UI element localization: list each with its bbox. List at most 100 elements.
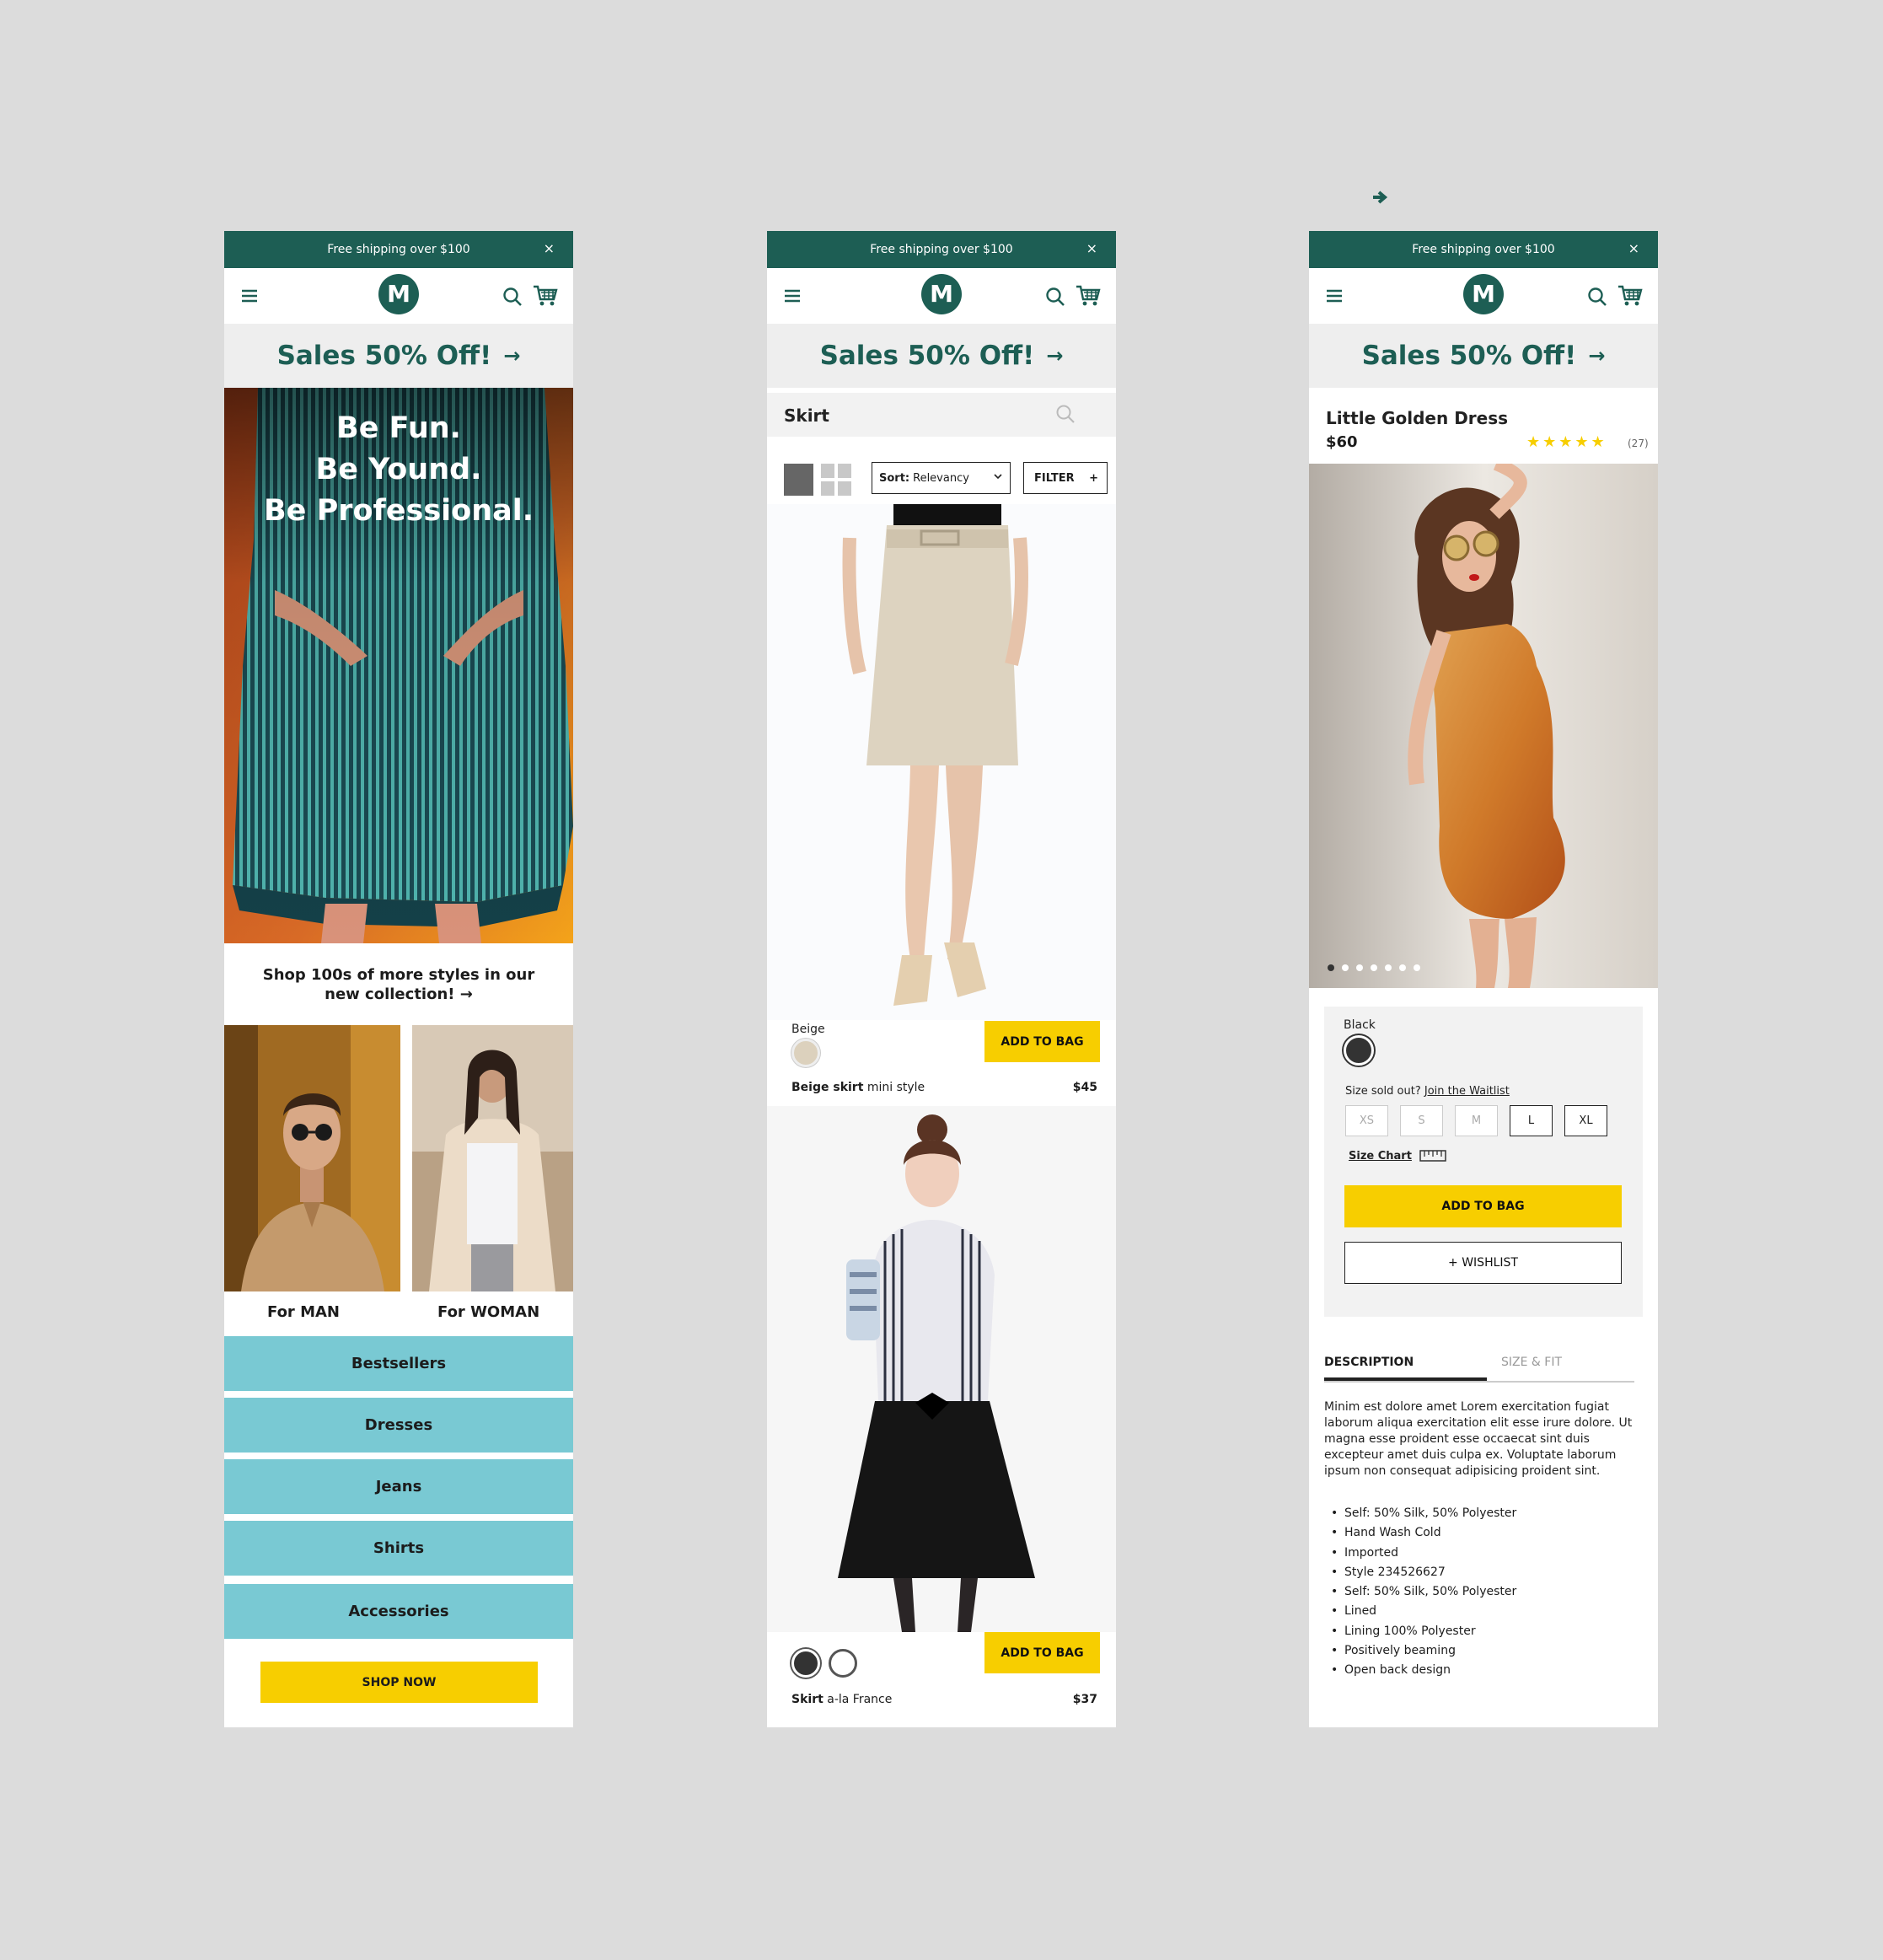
hero-banner[interactable]: Be Fun. Be Yound. Be Professional.	[224, 388, 573, 943]
search-icon[interactable]	[1045, 287, 1065, 307]
sales-banner[interactable]: Sales 50% Off! →	[767, 324, 1116, 388]
list-item: Lining 100% Polyester	[1324, 1622, 1516, 1642]
arrow-right-icon: →	[1046, 344, 1064, 368]
sales-text: Sales 50% Off!	[1361, 341, 1577, 371]
rating-stars: ★★★★★	[1526, 433, 1607, 451]
size-sold-out-label: Size sold out?	[1345, 1085, 1421, 1098]
carousel-dot[interactable]	[1371, 964, 1377, 971]
search-bar[interactable]: Skirt	[767, 393, 1116, 437]
product-price: $45	[1072, 1081, 1097, 1094]
menu-icon[interactable]	[1326, 287, 1343, 304]
menu-icon[interactable]	[241, 287, 258, 304]
ruler-icon	[1419, 1150, 1446, 1162]
category-jeans[interactable]: Jeans	[224, 1459, 573, 1514]
collection-text: Shop 100s of more styles in our new coll…	[262, 965, 535, 1003]
logo-letter: M	[387, 280, 410, 308]
size-chart-link[interactable]: Size Chart	[1349, 1150, 1412, 1163]
search-icon[interactable]	[502, 287, 523, 307]
category-bestsellers[interactable]: Bestsellers	[224, 1336, 573, 1391]
menu-icon[interactable]	[784, 287, 801, 304]
carousel-dot[interactable]	[1328, 964, 1334, 971]
list-item: Lined	[1324, 1602, 1516, 1622]
list-item: Style 234526627	[1324, 1563, 1516, 1583]
join-waitlist-link[interactable]: Join the Waitlist	[1424, 1085, 1510, 1098]
hero-headline: Be Fun. Be Yound. Be Professional.	[224, 408, 573, 532]
review-count[interactable]: (27)	[1628, 438, 1649, 449]
shop-now-button[interactable]: SHOP NOW	[260, 1662, 538, 1703]
add-to-bag-button[interactable]: ADD TO BAG	[1344, 1185, 1622, 1227]
search-icon[interactable]	[1055, 404, 1076, 424]
carousel-dot[interactable]	[1356, 964, 1363, 971]
size-s-button[interactable]: S	[1400, 1105, 1443, 1136]
color-swatch-white[interactable]	[829, 1649, 857, 1678]
carousel-dot[interactable]	[1342, 964, 1349, 971]
color-swatch-beige[interactable]	[791, 1039, 820, 1067]
product-image[interactable]	[1309, 464, 1658, 988]
close-icon[interactable]: ×	[1628, 240, 1639, 256]
size-xl-button[interactable]: XL	[1564, 1105, 1607, 1136]
product-image[interactable]	[767, 504, 1116, 1020]
product-image[interactable]	[767, 1106, 1116, 1632]
sales-text: Sales 50% Off!	[276, 341, 492, 371]
hero-line: Be Yound.	[315, 453, 482, 486]
arrow-right-icon: →	[1588, 344, 1606, 368]
cart-icon[interactable]	[1076, 284, 1101, 308]
size-xs-button[interactable]: XS	[1345, 1105, 1388, 1136]
product-tabs: DESCRIPTION SIZE & FIT	[1324, 1356, 1634, 1383]
category-shirts[interactable]: Shirts	[224, 1521, 573, 1576]
logo[interactable]: M	[378, 274, 419, 314]
for-man-label[interactable]: For MAN	[267, 1303, 340, 1321]
logo[interactable]: M	[921, 274, 962, 314]
list-item: Imported	[1324, 1544, 1516, 1564]
promo-text: Free shipping over $100	[870, 243, 1013, 256]
size-m-button[interactable]: M	[1455, 1105, 1498, 1136]
woman-category-image[interactable]	[412, 1025, 573, 1291]
sales-banner[interactable]: Sales 50% Off! →	[1309, 324, 1658, 388]
carousel-dot[interactable]	[1399, 964, 1406, 971]
search-icon[interactable]	[1587, 287, 1607, 307]
wishlist-button[interactable]: + WISHLIST	[1344, 1242, 1622, 1284]
sales-text: Sales 50% Off!	[819, 341, 1035, 371]
add-to-bag-button[interactable]: ADD TO BAG	[984, 1021, 1100, 1062]
product-name-bold: Skirt	[791, 1693, 823, 1706]
filter-button[interactable]: FILTER +	[1023, 462, 1108, 494]
category-accessories[interactable]: Accessories	[224, 1584, 573, 1639]
size-l-button[interactable]: L	[1510, 1105, 1553, 1136]
list-view-icon[interactable]	[784, 464, 813, 496]
sales-banner[interactable]: Sales 50% Off! →	[224, 324, 573, 388]
cart-icon[interactable]	[1617, 284, 1643, 308]
navbar: M	[767, 268, 1116, 324]
carousel-dot[interactable]	[1385, 964, 1392, 971]
tab-size-fit[interactable]: SIZE & FIT	[1501, 1356, 1562, 1369]
listing-screen: Free shipping over $100 × M Sales 50% Of…	[767, 231, 1116, 1727]
plus-icon: +	[1089, 471, 1098, 485]
list-item: Positively beaming	[1324, 1641, 1516, 1662]
product-title: Little Golden Dress	[1326, 408, 1509, 428]
logo[interactable]: M	[1463, 274, 1504, 314]
hero-line: Be Professional.	[263, 494, 534, 528]
hero-line: Be Fun.	[336, 411, 461, 445]
color-swatch-black[interactable]	[1344, 1035, 1374, 1066]
grid-view-icon[interactable]	[821, 464, 851, 496]
product-name[interactable]: Beige skirt mini style	[791, 1081, 925, 1094]
cart-icon[interactable]	[533, 284, 558, 308]
product-name-bold: Beige skirt	[791, 1081, 864, 1094]
close-icon[interactable]: ×	[544, 240, 555, 256]
category-dresses[interactable]: Dresses	[224, 1398, 573, 1453]
close-icon[interactable]: ×	[1086, 240, 1097, 256]
promo-text: Free shipping over $100	[1412, 243, 1555, 256]
logo-letter: M	[930, 280, 953, 308]
carousel-dot[interactable]	[1414, 964, 1420, 971]
for-woman-label[interactable]: For WOMAN	[437, 1303, 539, 1321]
chevron-down-icon	[994, 474, 1002, 480]
color-swatch-black[interactable]	[791, 1649, 820, 1678]
collection-link[interactable]: Shop 100s of more styles in our new coll…	[224, 943, 573, 1025]
add-to-bag-button[interactable]: ADD TO BAG	[984, 1632, 1100, 1673]
product-name[interactable]: Skirt a-la France	[791, 1693, 892, 1706]
sort-select[interactable]: Sort: Relevancy	[872, 462, 1011, 494]
man-category-image[interactable]	[224, 1025, 400, 1291]
tab-description[interactable]: DESCRIPTION	[1324, 1356, 1414, 1369]
image-carousel-dots[interactable]	[1328, 964, 1420, 971]
product-options-panel: Black Size sold out? Join the Waitlist X…	[1324, 1007, 1643, 1317]
sort-value: Relevancy	[913, 471, 969, 485]
